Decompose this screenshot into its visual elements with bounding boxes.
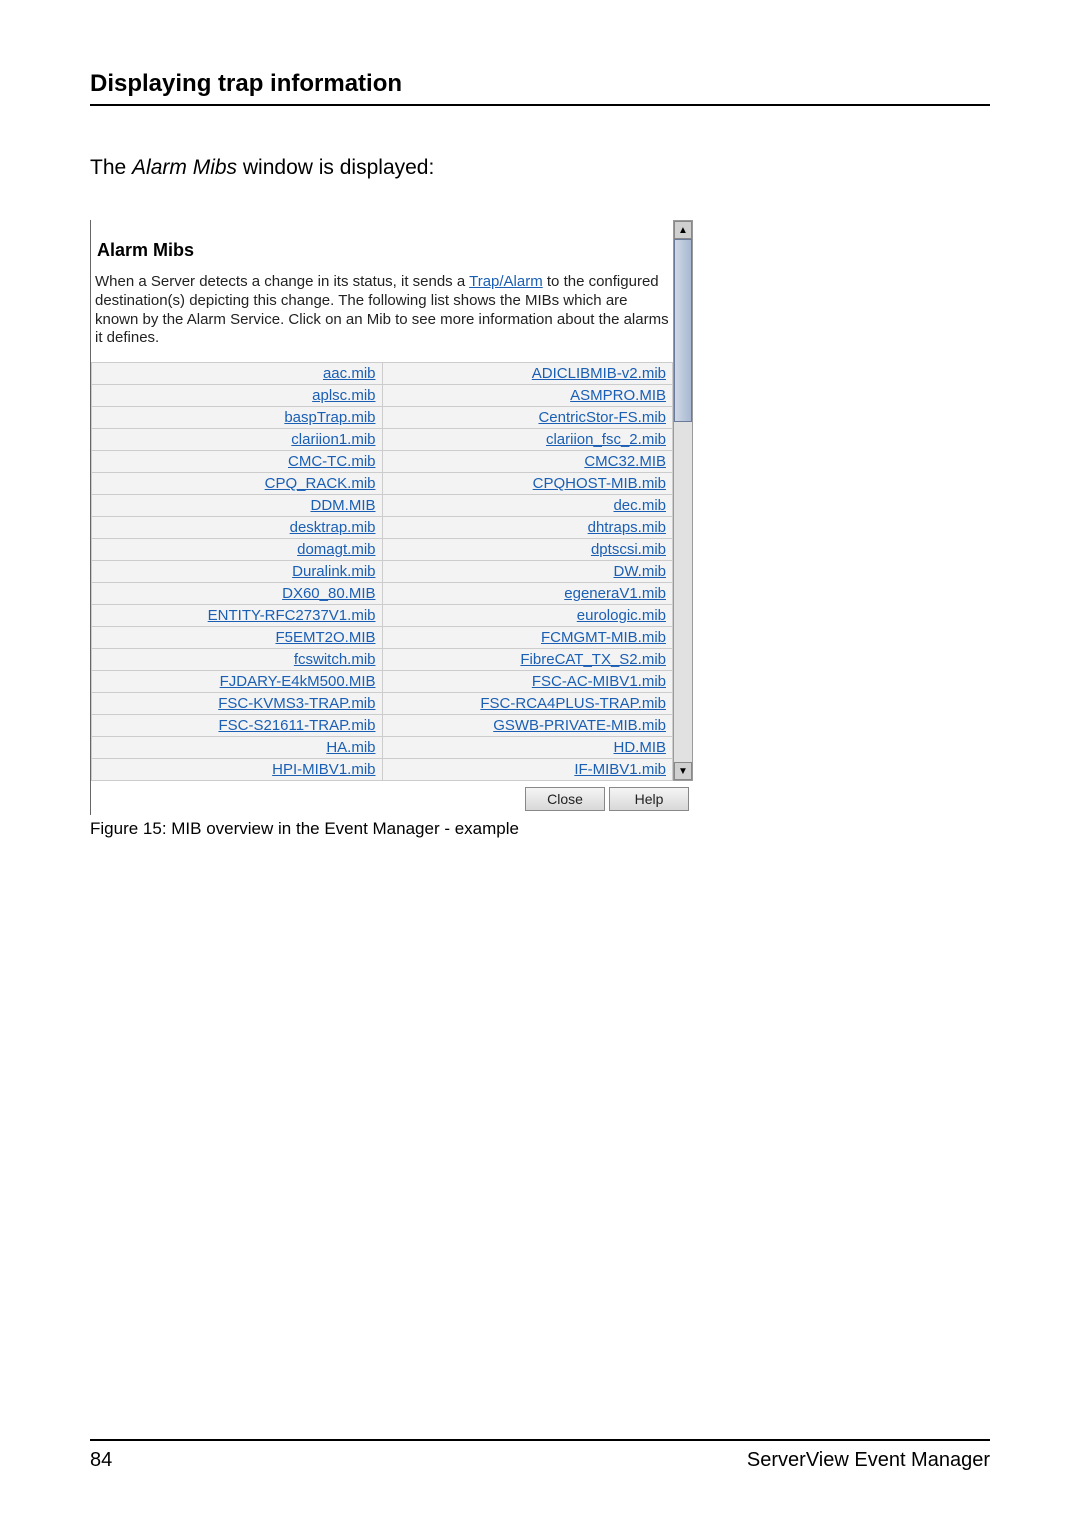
table-row: HPI-MIBV1.mib IF-MIBV1.mib [92, 759, 673, 781]
intro-text: The Alarm Mibs window is displayed: [90, 156, 990, 180]
mib-link[interactable]: dhtraps.mib [588, 519, 666, 536]
mib-link[interactable]: domagt.mib [297, 541, 375, 558]
scroll-down-button[interactable]: ▼ [674, 762, 692, 780]
mib-link[interactable]: eurologic.mib [577, 607, 666, 624]
mib-link[interactable]: Duralink.mib [292, 563, 375, 580]
mib-link[interactable]: CPQHOST-MIB.mib [533, 475, 666, 492]
table-row: DX60_80.MIB egeneraV1.mib [92, 583, 673, 605]
intro-prefix: The [90, 156, 132, 179]
mib-link[interactable]: FCMGMT-MIB.mib [541, 629, 666, 646]
mib-table: aac.mib ADICLIBMIB-v2.mib aplsc.mib ASMPRO.… [91, 362, 673, 781]
table-row: F5EMT2O.MIB FCMGMT-MIB.mib [92, 627, 673, 649]
table-row: FJDARY-E4kM500.MIB FSC-AC-MIBV1.mib [92, 671, 673, 693]
section-heading: Displaying trap information [90, 70, 990, 106]
mib-link[interactable]: egeneraV1.mib [564, 585, 666, 602]
mib-link[interactable]: FSC-RCA4PLUS-TRAP.mib [480, 695, 666, 712]
table-row: clariion1.mib clariion_fsc_2.mib [92, 429, 673, 451]
mib-link[interactable]: DDM.MIB [311, 497, 376, 514]
trap-alarm-link[interactable]: Trap/Alarm [469, 273, 543, 290]
table-row: aac.mib ADICLIBMIB-v2.mib [92, 363, 673, 385]
alarm-mibs-window: Alarm Mibs When a Server detects a chang… [90, 220, 693, 815]
mib-link[interactable]: DW.mib [614, 563, 667, 580]
mib-link[interactable]: CentricStor-FS.mib [538, 409, 666, 426]
mib-link[interactable]: IF-MIBV1.mib [574, 761, 666, 778]
page-footer: 84 ServerView Event Manager [90, 1439, 990, 1472]
mib-link[interactable]: FSC-S21611-TRAP.mib [218, 717, 375, 734]
mib-link[interactable]: dec.mib [613, 497, 666, 514]
mib-link[interactable]: F5EMT2O.MIB [275, 629, 375, 646]
table-row: FSC-S21611-TRAP.mib GSWB-PRIVATE-MIB.mib [92, 715, 673, 737]
doc-name: ServerView Event Manager [747, 1449, 990, 1472]
scroll-thumb[interactable] [674, 239, 692, 422]
mib-link[interactable]: GSWB-PRIVATE-MIB.mib [493, 717, 666, 734]
mib-link[interactable]: desktrap.mib [290, 519, 376, 536]
desc-before: When a Server detects a change in its st… [95, 273, 469, 290]
scroll-track[interactable] [674, 239, 692, 762]
mib-link[interactable]: CPQ_RACK.mib [265, 475, 376, 492]
table-row: CMC-TC.mib CMC32.MIB [92, 451, 673, 473]
table-row: aplsc.mib ASMPRO.MIB [92, 385, 673, 407]
table-row: baspTrap.mib CentricStor-FS.mib [92, 407, 673, 429]
figure-caption: Figure 15: MIB overview in the Event Man… [90, 819, 990, 839]
mib-link[interactable]: clariion1.mib [291, 431, 375, 448]
mib-link[interactable]: ASMPRO.MIB [570, 387, 666, 404]
mib-link[interactable]: FibreCAT_TX_S2.mib [520, 651, 666, 668]
table-row: ENTITY-RFC2737V1.mib eurologic.mib [92, 605, 673, 627]
vertical-scrollbar[interactable]: ▲ ▼ [673, 220, 693, 781]
mib-link[interactable]: baspTrap.mib [284, 409, 375, 426]
mib-link[interactable]: FSC-AC-MIBV1.mib [532, 673, 666, 690]
mib-link[interactable]: dptscsi.mib [591, 541, 666, 558]
mib-link[interactable]: aplsc.mib [312, 387, 375, 404]
intro-italic: Alarm Mibs [132, 156, 237, 179]
table-row: fcswitch.mib FibreCAT_TX_S2.mib [92, 649, 673, 671]
mib-link[interactable]: HA.mib [326, 739, 375, 756]
mib-link[interactable]: HPI-MIBV1.mib [272, 761, 375, 778]
mib-link[interactable]: clariion_fsc_2.mib [546, 431, 666, 448]
table-row: desktrap.mib dhtraps.mib [92, 517, 673, 539]
window-heading: Alarm Mibs [91, 220, 673, 273]
mib-link[interactable]: CMC-TC.mib [288, 453, 376, 470]
table-row: DDM.MIB dec.mib [92, 495, 673, 517]
intro-suffix: window is displayed: [237, 156, 434, 179]
mib-link[interactable]: FSC-KVMS3-TRAP.mib [218, 695, 375, 712]
mib-link[interactable]: ENTITY-RFC2737V1.mib [208, 607, 376, 624]
table-row: CPQ_RACK.mib CPQHOST-MIB.mib [92, 473, 673, 495]
mib-link[interactable]: CMC32.MIB [584, 453, 666, 470]
close-button[interactable]: Close [525, 787, 605, 811]
table-row: HA.mib HD.MIB [92, 737, 673, 759]
mib-link[interactable]: HD.MIB [614, 739, 667, 756]
table-row: Duralink.mib DW.mib [92, 561, 673, 583]
help-button[interactable]: Help [609, 787, 689, 811]
mib-link[interactable]: FJDARY-E4kM500.MIB [220, 673, 376, 690]
table-row: domagt.mib dptscsi.mib [92, 539, 673, 561]
scroll-up-button[interactable]: ▲ [674, 221, 692, 239]
table-row: FSC-KVMS3-TRAP.mib FSC-RCA4PLUS-TRAP.mib [92, 693, 673, 715]
mib-link[interactable]: DX60_80.MIB [282, 585, 375, 602]
page-number: 84 [90, 1449, 112, 1472]
button-bar: Close Help [91, 781, 693, 815]
mib-link[interactable]: aac.mib [323, 365, 376, 382]
window-description: When a Server detects a change in its st… [91, 273, 673, 362]
mib-link[interactable]: ADICLIBMIB-v2.mib [532, 365, 666, 382]
mib-link[interactable]: fcswitch.mib [294, 651, 376, 668]
